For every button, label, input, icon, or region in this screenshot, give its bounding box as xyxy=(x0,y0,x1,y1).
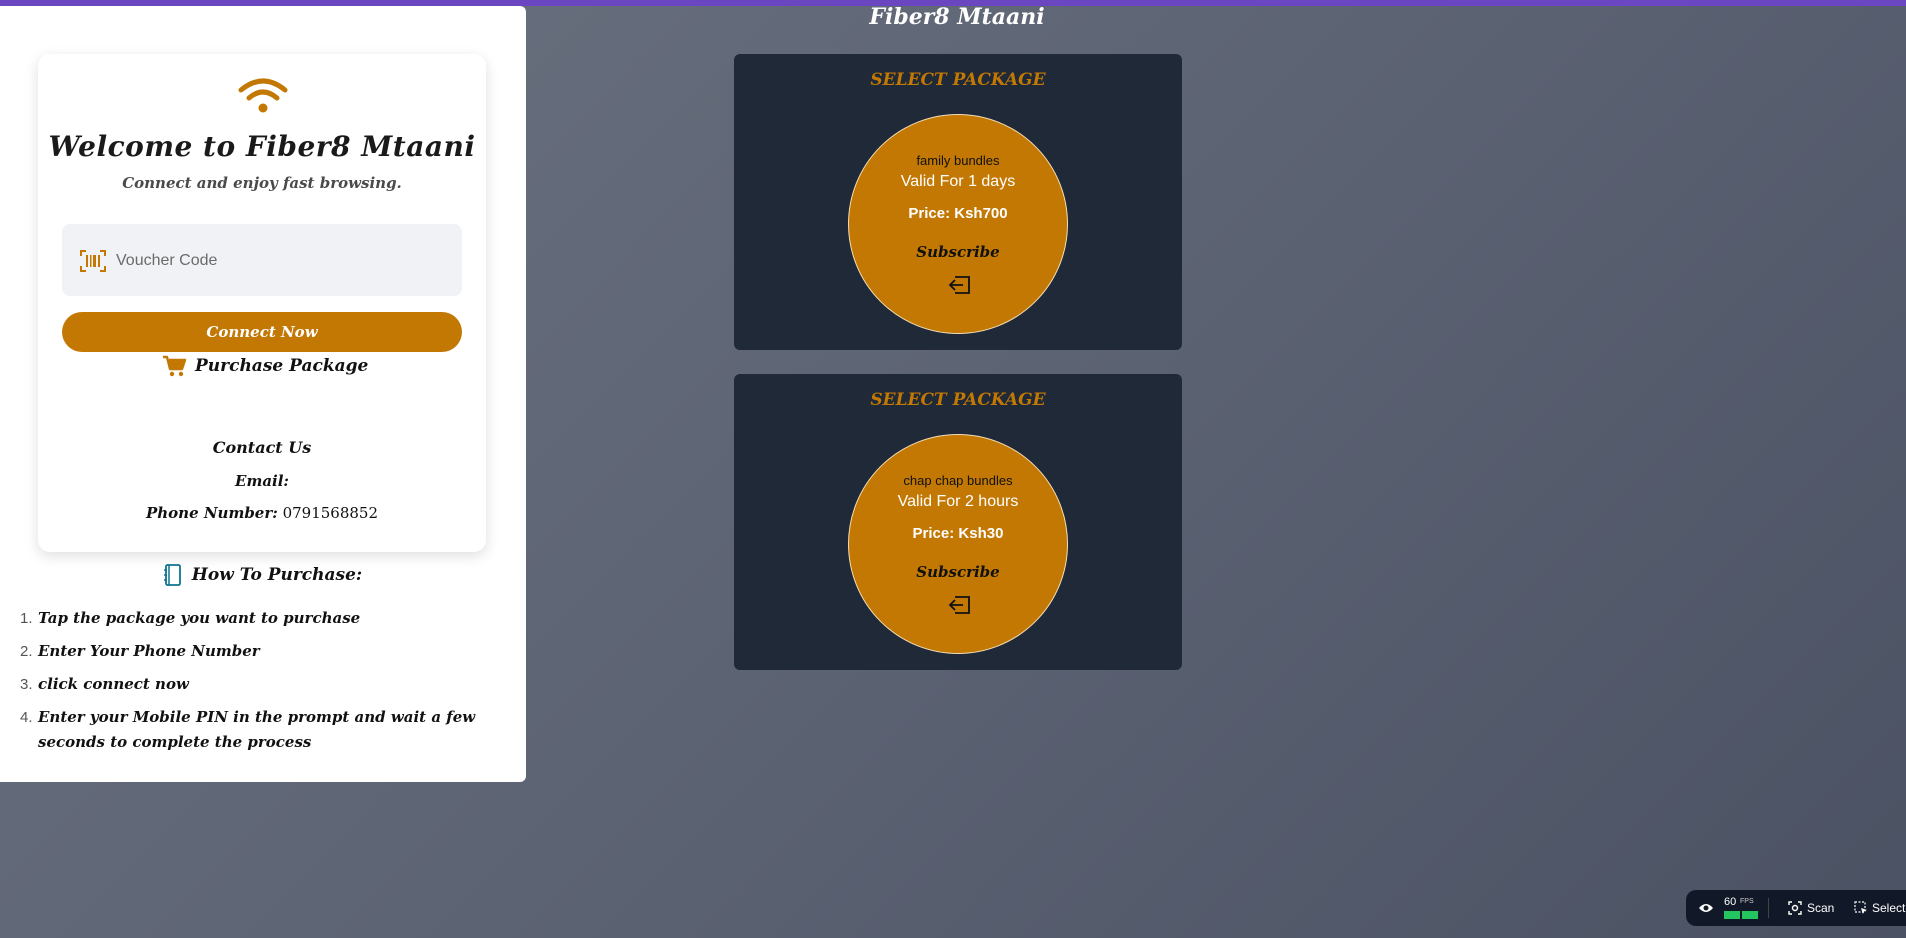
select-package-heading: SELECT PACKAGE xyxy=(870,70,1046,90)
book-icon xyxy=(163,564,181,586)
email-label: Email: xyxy=(235,472,289,490)
subscribe-button[interactable]: Subscribe xyxy=(849,243,1067,261)
login-icon xyxy=(948,276,970,294)
wifi-icon xyxy=(238,78,288,113)
voucher-code-input[interactable] xyxy=(114,244,448,278)
brand-title: Fiber8 Mtaani xyxy=(869,4,1045,30)
list-item: 2. Enter Your Phone Number xyxy=(20,639,500,664)
select-button[interactable]: Select xyxy=(1872,901,1905,915)
welcome-title: Welcome to Fiber8 Mtaani xyxy=(48,130,476,163)
how-to-steps: 1. Tap the package you want to purchase 2… xyxy=(20,606,500,763)
connect-now-button[interactable]: Connect Now xyxy=(62,312,462,352)
fps-meter xyxy=(1724,911,1758,919)
divider xyxy=(1768,898,1769,918)
barcode-icon xyxy=(80,250,106,272)
step-number: 3. xyxy=(20,676,33,693)
subscribe-button[interactable]: Subscribe xyxy=(849,563,1067,581)
eye-icon[interactable] xyxy=(1698,901,1714,915)
login-icon xyxy=(948,596,970,614)
contact-title: Contact Us xyxy=(212,438,312,457)
voucher-field xyxy=(62,224,462,296)
scan-button[interactable]: Scan xyxy=(1807,901,1834,915)
phone-label: Phone Number: xyxy=(145,504,278,522)
package-price: Price: Ksh30 xyxy=(912,525,1004,542)
package-validity: Valid For 2 hours xyxy=(897,493,1019,510)
login-card: Welcome to Fiber8 Mtaani Connect and enj… xyxy=(38,54,486,552)
scan-icon xyxy=(1788,901,1802,915)
package-name: chap chap bundles xyxy=(903,473,1013,488)
purchase-package-link[interactable]: Purchase Package xyxy=(163,352,368,380)
purchase-package-label: Purchase Package xyxy=(195,356,369,376)
select-icon xyxy=(1854,901,1867,914)
step-text: Enter Your Phone Number xyxy=(38,642,260,660)
list-item: 4. Enter your Mobile PIN in the prompt an… xyxy=(20,705,500,755)
step-number: 1. xyxy=(20,610,33,627)
select-package-heading: SELECT PACKAGE xyxy=(870,390,1046,410)
package-option-family-bundles[interactable]: family bundles Valid For 1 days Price: K… xyxy=(848,114,1068,334)
package-option-chap-chap-bundles[interactable]: chap chap bundles Valid For 2 hours Pric… xyxy=(848,434,1068,654)
package-card: SELECT PACKAGE chap chap bundles Valid F… xyxy=(734,374,1182,670)
list-item: 1. Tap the package you want to purchase xyxy=(20,606,500,631)
package-price: Price: Ksh700 xyxy=(908,205,1008,222)
list-item: 3. click connect now xyxy=(20,672,500,697)
package-validity: Valid For 1 days xyxy=(900,173,1016,190)
fps-unit: FPS xyxy=(1740,898,1754,905)
left-panel: Welcome to Fiber8 Mtaani Connect and enj… xyxy=(0,6,526,782)
phone-value: 0791568852 xyxy=(282,504,379,522)
step-text: click connect now xyxy=(38,675,189,693)
devtools-overlay-bar: 60 FPS Scan Select xyxy=(1686,890,1906,926)
fps-value: 60 xyxy=(1724,896,1737,908)
step-text: Tap the package you want to purchase xyxy=(38,609,361,627)
package-card: SELECT PACKAGE family bundles Valid For … xyxy=(734,54,1182,350)
step-text: Enter your Mobile PIN in the prompt and … xyxy=(38,708,476,751)
cart-icon xyxy=(163,355,187,377)
welcome-subtitle: Connect and enjoy fast browsing. xyxy=(122,174,402,192)
step-number: 4. xyxy=(20,709,33,726)
how-to-heading: How To Purchase: xyxy=(0,564,526,586)
phone-line: Phone Number: 0791568852 xyxy=(38,504,486,522)
package-name: family bundles xyxy=(916,153,1000,168)
step-number: 2. xyxy=(20,643,33,660)
how-to-title: How To Purchase: xyxy=(191,565,363,585)
